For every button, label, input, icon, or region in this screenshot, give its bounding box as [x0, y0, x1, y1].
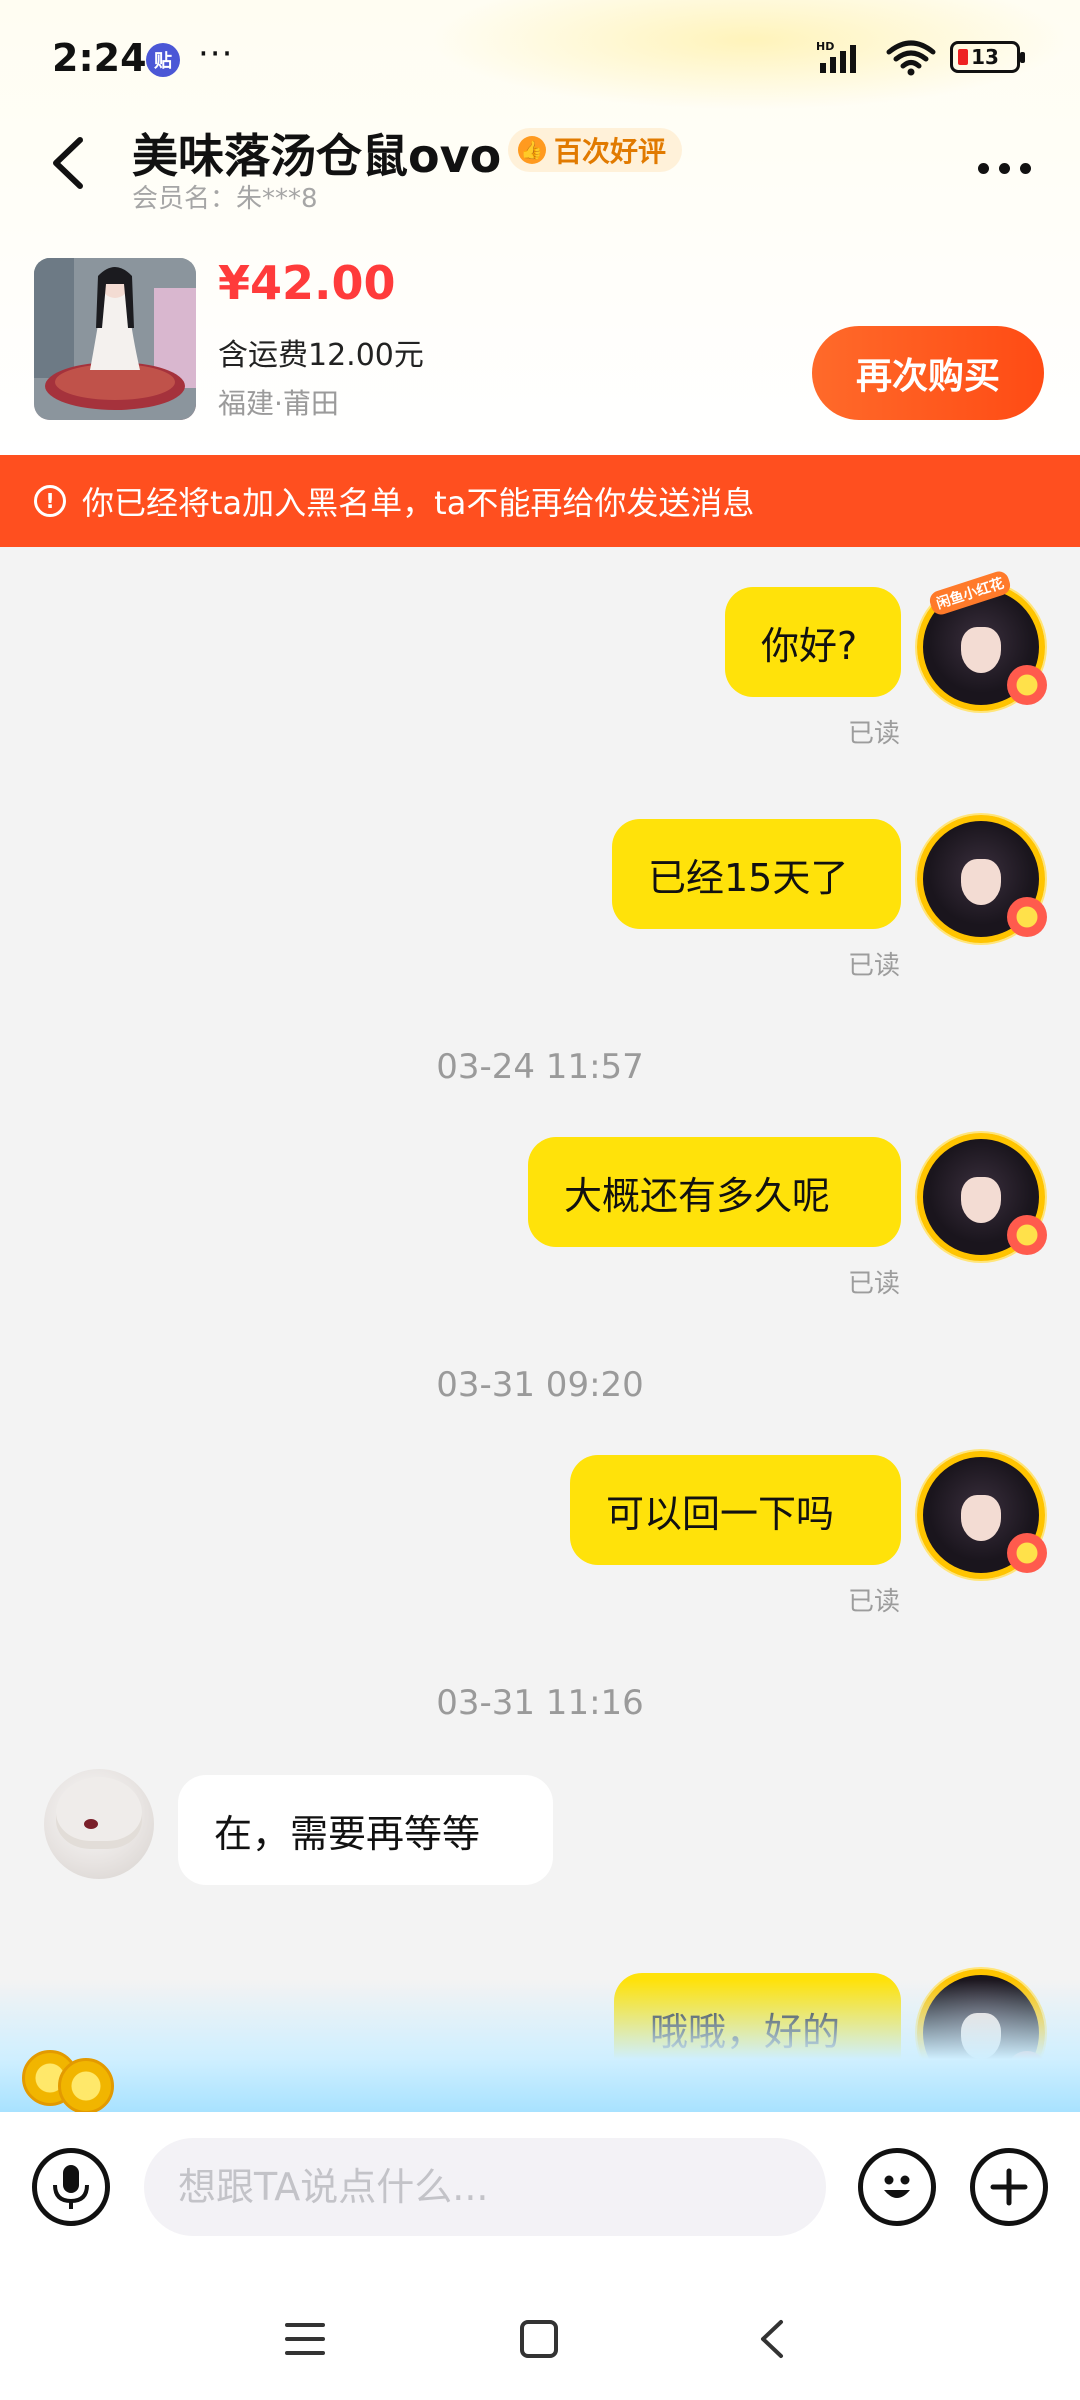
- my-message-bubble[interactable]: 可以回一下吗: [570, 1455, 901, 1565]
- read-receipt: 已读: [848, 951, 901, 981]
- battery-level: 13: [971, 45, 999, 69]
- flower-icon: [1007, 897, 1047, 937]
- rating-badge[interactable]: 👍 百次好评: [508, 128, 683, 172]
- buy-again-button[interactable]: 再次购买: [812, 326, 1044, 420]
- home-icon: [520, 2320, 558, 2358]
- read-receipt: 已读: [848, 719, 901, 749]
- blacklist-message: 你已经将ta加入黑名单，ta不能再给你发送消息: [82, 484, 755, 522]
- svg-text:HD: HD: [816, 40, 834, 53]
- chat-area[interactable]: 你好? 闲鱼小红花 已读 已经15天了 已读 03-24 11:57 大概还有多…: [0, 547, 1080, 2112]
- flower-icon: [1007, 1215, 1047, 1255]
- thumbs-up-icon: 👍: [518, 136, 546, 164]
- my-avatar[interactable]: [917, 1133, 1047, 1261]
- back-button[interactable]: [42, 128, 94, 198]
- my-message-bubble[interactable]: 已经15天了: [612, 819, 901, 929]
- plus-icon: [990, 2168, 1028, 2206]
- voice-button[interactable]: [32, 2148, 110, 2226]
- flower-icon: [1007, 2051, 1047, 2091]
- seller-avatar[interactable]: [44, 1769, 154, 1879]
- coins-icon: [22, 2040, 122, 2114]
- avatar-tag: 闲鱼小红花: [927, 568, 1013, 618]
- more-dot-icon: [1019, 162, 1031, 174]
- my-avatar[interactable]: 闲鱼小红花: [917, 568, 1047, 711]
- product-price: ¥42.00: [218, 256, 396, 310]
- flower-icon: [1007, 1533, 1047, 1573]
- more-actions-button[interactable]: [970, 2148, 1048, 2226]
- back-nav-button[interactable]: [738, 2308, 808, 2370]
- message-timestamp: 03-31 09:20: [436, 1365, 644, 1405]
- my-message-bubble[interactable]: 大概还有多久呢: [528, 1137, 901, 1247]
- input-bar: [0, 2112, 1080, 2278]
- read-receipt: 已读: [848, 1269, 901, 1299]
- product-thumbnail[interactable]: [34, 258, 196, 420]
- product-location: 福建·莆田: [218, 387, 339, 420]
- emoji-button[interactable]: [858, 2148, 936, 2226]
- warning-icon: !: [34, 485, 66, 517]
- read-receipt: 已读: [848, 2099, 900, 2112]
- member-name: 会员名：朱***8: [132, 184, 318, 214]
- message-timestamp: 03-24 11:57: [436, 1047, 644, 1087]
- my-avatar[interactable]: [917, 1969, 1047, 2097]
- battery-icon: 13: [950, 41, 1025, 73]
- read-receipt: 已读: [848, 1587, 901, 1617]
- wifi-icon: [886, 40, 936, 76]
- notification-app-icon: 贴: [146, 43, 180, 77]
- signal-icon: HD: [816, 40, 856, 73]
- my-avatar[interactable]: [917, 815, 1047, 943]
- status-indicators: HD 13: [816, 38, 1025, 76]
- product-shipping: 含运费12.00元: [218, 338, 424, 373]
- microphone-icon: [53, 2165, 89, 2209]
- more-notifications-icon: ···: [198, 34, 234, 74]
- flower-icon: [1007, 665, 1047, 705]
- system-nav-bar: [0, 2278, 1080, 2400]
- home-nav-button[interactable]: [504, 2308, 574, 2370]
- more-dot-icon: [977, 162, 989, 174]
- my-message-bubble[interactable]: 哦哦，好的: [614, 1973, 901, 2083]
- seller-message-bubble[interactable]: 在，需要再等等: [178, 1775, 553, 1885]
- status-time: 2:24: [52, 36, 147, 80]
- status-bar: 2:24 贴 ··· HD 13: [0, 0, 1080, 120]
- chat-title: 美味落汤仓鼠ovo: [132, 129, 502, 183]
- figure-image: [34, 258, 196, 420]
- rating-badge-label: 百次好评: [554, 135, 667, 168]
- back-nav-icon: [761, 2320, 783, 2358]
- menu-nav-button[interactable]: [270, 2308, 340, 2370]
- my-avatar[interactable]: [917, 1451, 1047, 1579]
- back-arrow-icon: [53, 137, 83, 189]
- my-message-bubble[interactable]: 你好?: [725, 587, 901, 697]
- blacklist-banner: ! 你已经将ta加入黑名单，ta不能再给你发送消息: [0, 455, 1080, 547]
- message-timestamp: 03-31 11:16: [436, 1683, 644, 1723]
- emoji-icon: [884, 2175, 910, 2198]
- menu-icon: [285, 2323, 325, 2355]
- more-dot-icon: [998, 162, 1010, 174]
- message-input[interactable]: [144, 2138, 826, 2236]
- more-options-button[interactable]: [968, 138, 1040, 198]
